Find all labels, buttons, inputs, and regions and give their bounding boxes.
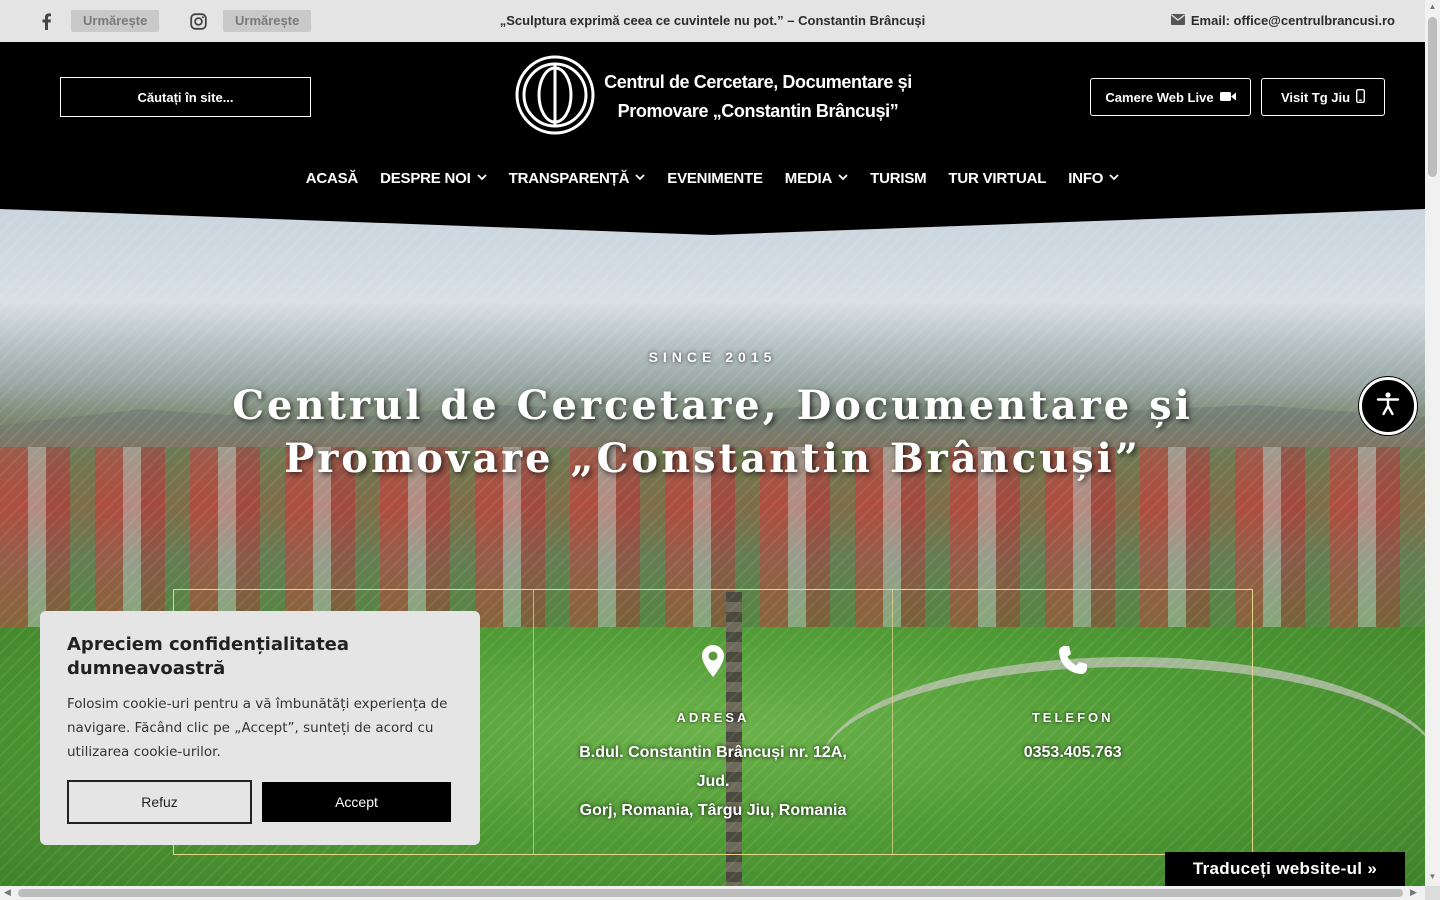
nav-item-despre-noi[interactable]: DESPRE NOI [369, 170, 498, 187]
nav-label: TUR VIRTUAL [948, 170, 1047, 187]
nav-label: TURISM [870, 170, 927, 187]
nav-item-transparenta[interactable]: TRANSPARENȚĂ [498, 170, 657, 187]
vertical-scrollbar[interactable]: ▲ ▼ [1425, 0, 1440, 886]
nav-label: EVENIMENTE [667, 170, 763, 187]
site-logo[interactable] [515, 55, 595, 135]
scroll-up-arrow-icon[interactable]: ▲ [1428, 2, 1437, 12]
scroll-right-arrow-icon[interactable]: ▶ [1410, 887, 1417, 898]
envelope-icon [1170, 13, 1185, 28]
cookie-title: Apreciem confidențialitatea dumneavoastr… [67, 634, 350, 679]
visit-label: Visit Tg Jiu [1280, 89, 1351, 105]
chevron-down-icon [1109, 173, 1119, 184]
hero-title: Centrul de Cercetare, Documentare și Pro… [200, 379, 1225, 485]
hero-title-line-1: Centrul de Cercetare, Documentare și [232, 382, 1193, 429]
address-label: ADRESA [676, 710, 750, 725]
chevron-down-icon [838, 173, 848, 184]
address-line-1: B.dul. Constantin Brâncuși nr. 12A, Jud. [579, 744, 847, 790]
vertical-scroll-thumb[interactable] [1428, 17, 1437, 177]
header-divider [0, 207, 1425, 235]
cookie-body: Folosim cookie-uri pentru a vă îmbunătăț… [67, 696, 448, 760]
translate-website-button[interactable]: Traduceți website-ul » [1165, 852, 1405, 886]
accessibility-button[interactable] [1359, 377, 1417, 435]
email-link[interactable]: Email: office@centrulbrancusi.ro [1170, 13, 1395, 28]
chevron-down-icon [476, 173, 487, 184]
brand-name[interactable]: Centrul de Cercetare, Documentare și Pro… [598, 68, 918, 126]
info-col-address: ADRESA B.dul. Constantin Brâncuși nr. 12… [534, 590, 894, 854]
chevron-down-icon [635, 173, 645, 184]
cookie-refuse-button[interactable]: Refuz [67, 780, 252, 824]
webcam-live-button[interactable]: Camere Web Live [1090, 78, 1251, 116]
horizontal-scrollbar[interactable]: ◀ ▶ [0, 886, 1425, 900]
site-header: Căutați în site... Centrul de Cercetare,… [0, 42, 1425, 207]
scrollbar-corner [1425, 886, 1440, 900]
nav-item-tur-virtual[interactable]: TUR VIRTUAL [937, 170, 1057, 187]
visit-tgjiu-button[interactable]: Visit Tg Jiu [1261, 78, 1385, 116]
search-button[interactable]: Căutați în site... [60, 77, 311, 117]
phone-label: TELEFON [1031, 710, 1114, 725]
scroll-left-arrow-icon[interactable]: ◀ [4, 887, 11, 898]
email-text[interactable]: Email: office@centrulbrancusi.ro [1191, 13, 1395, 28]
info-col-phone: TELEFON 0353.405.763 [893, 590, 1252, 854]
video-camera-icon [1219, 90, 1236, 105]
brand-line-1: Centrul de Cercetare, Documentare și [604, 72, 912, 92]
nav-label: DESPRE NOI [380, 170, 471, 187]
cookie-buttons: Refuz Accept [67, 780, 451, 824]
nav-item-acasa[interactable]: ACASĂ [295, 170, 369, 187]
phone-value[interactable]: 0353.405.763 [923, 738, 1222, 767]
address-value: B.dul. Constantin Brâncuși nr. 12A, Jud.… [564, 738, 863, 825]
map-pin-icon [702, 645, 724, 682]
nav-label: MEDIA [784, 170, 833, 187]
scroll-down-arrow-icon[interactable]: ▼ [1428, 872, 1437, 882]
nav-label: ACASĂ [305, 170, 359, 187]
top-bar: Urmărește Urmărește „Sculptura exprimă c… [0, 0, 1425, 42]
cookie-consent-dialog: Apreciem confidențialitatea dumneavoastr… [40, 611, 480, 845]
brand-line-2: Promovare „Constantin Brâncuși” [617, 101, 899, 121]
address-line-2: Gorj, Romania, Târgu Jiu, Romania [579, 802, 847, 819]
hero-since: SINCE 2015 [648, 349, 777, 365]
nav-item-evenimente[interactable]: EVENIMENTE [656, 170, 774, 187]
accessibility-icon [1375, 391, 1401, 422]
cookie-accept-button[interactable]: Accept [262, 782, 451, 822]
nav-label: TRANSPARENȚĂ [508, 170, 630, 187]
main-nav: ACASĂ DESPRE NOI TRANSPARENȚĂ EVENIMENTE… [0, 170, 1425, 187]
nav-item-turism[interactable]: TURISM [859, 170, 937, 187]
nav-item-info[interactable]: INFO [1057, 170, 1130, 187]
webcam-label: Camere Web Live [1105, 89, 1214, 105]
nav-item-media[interactable]: MEDIA [774, 170, 859, 187]
mobile-phone-icon [1356, 88, 1366, 106]
hero-title-line-2: Promovare „Constantin Brâncuși” [284, 435, 1141, 482]
phone-icon [1058, 645, 1088, 680]
nav-label: INFO [1068, 170, 1104, 187]
horizontal-scroll-thumb[interactable] [18, 889, 1403, 897]
